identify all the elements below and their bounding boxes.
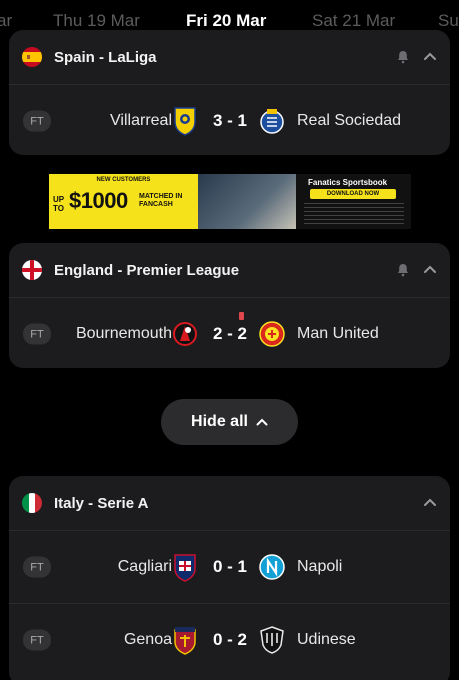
ad-amount: $1000 [69,188,128,213]
home-team-name: Genoa [123,631,172,648]
chevron-up-icon[interactable] [423,51,437,61]
league-header[interactable]: England - Premier League [9,243,450,297]
match-score: 3 - 1 [212,111,248,130]
date-tab-sun[interactable]: Sun [438,11,459,31]
villarreal-crest-icon [174,107,196,136]
ad-up-to: UP TO [53,195,64,213]
bell-icon[interactable] [396,263,410,277]
hide-all-button[interactable]: Hide all [161,399,298,445]
real-sociedad-crest-icon [260,109,284,134]
league-name: Italy - Serie A [54,494,149,512]
red-card-icon [239,312,244,320]
date-tab-prev-edge[interactable]: ar [0,11,12,31]
ad-offer-panel: NEW CUSTOMERS UP TO $1000 MATCHED IN FAN… [49,174,198,229]
ad-download-button[interactable]: DOWNLOAD NOW [310,189,396,199]
napoli-crest-icon [259,554,285,580]
england-flag-icon [22,260,42,280]
chevron-up-icon[interactable] [423,497,437,507]
spain-flag-icon [22,47,42,67]
match-row[interactable]: FT Cagliari 0 - 1 Napoli [9,530,450,603]
hide-all-label: Hide all [191,413,248,430]
match-row[interactable]: FT Villarreal 3 - 1 Real Sociedad [9,84,450,155]
match-score: 0 - 1 [212,557,248,576]
home-team-name: Villarreal [110,112,172,129]
league-name: Spain - LaLiga [54,48,157,66]
match-row[interactable]: FT Genoa 0 - 2 Udinese [9,603,450,676]
away-team-name: Napoli [297,558,343,575]
away-team-name: Real Sociedad [297,112,402,129]
ad-brand-name: Fanatics Sportsbook [308,178,388,187]
match-status-badge: FT [23,323,51,345]
home-team-name: Cagliari [117,558,172,575]
bournemouth-crest-icon [173,322,197,346]
bell-icon[interactable] [396,50,410,64]
chevron-up-icon[interactable] [423,264,437,274]
league-name: England - Premier League [54,261,240,279]
date-tab-sat[interactable]: Sat 21 Mar [312,11,395,31]
league-card-premier-league: England - Premier League FT Bournemouth … [9,243,450,368]
league-header[interactable]: Spain - LaLiga [9,30,450,84]
udinese-crest-icon [260,626,284,654]
date-tab-thu[interactable]: Thu 19 Mar [53,11,140,31]
cagliari-crest-icon [174,554,196,582]
ad-headline: NEW CUSTOMERS [96,177,151,183]
home-team-name: Bournemouth [75,325,172,342]
italy-flag-icon [22,493,42,513]
match-score: 0 - 2 [212,630,248,649]
match-status-badge: FT [23,110,51,132]
ad-fine-print [304,203,404,225]
chevron-up-icon [256,418,268,426]
league-card-serie-a: Italy - Serie A FT Cagliari 0 - 1 Napoli… [9,476,450,680]
man-united-crest-icon [259,321,285,347]
ad-matched-text: MATCHED IN FANCASH [139,193,183,208]
ad-image [198,174,296,229]
ad-brand-panel: Fanatics Sportsbook DOWNLOAD NOW [296,174,411,229]
league-header[interactable]: Italy - Serie A [9,476,450,530]
match-status-badge: FT [23,556,51,578]
match-score: 2 - 2 [212,324,248,343]
away-team-name: Man United [297,325,379,342]
match-row[interactable]: FT Bournemouth 2 - 2 Man United [9,297,450,368]
away-team-name: Udinese [297,631,356,648]
genoa-crest-icon [174,627,196,655]
match-status-badge: FT [23,629,51,651]
date-tab-fri[interactable]: Fri 20 Mar [186,11,266,31]
league-card-laliga: Spain - LaLiga FT Villarreal 3 - 1 Real … [9,30,450,155]
ad-banner[interactable]: NEW CUSTOMERS UP TO $1000 MATCHED IN FAN… [49,174,411,229]
